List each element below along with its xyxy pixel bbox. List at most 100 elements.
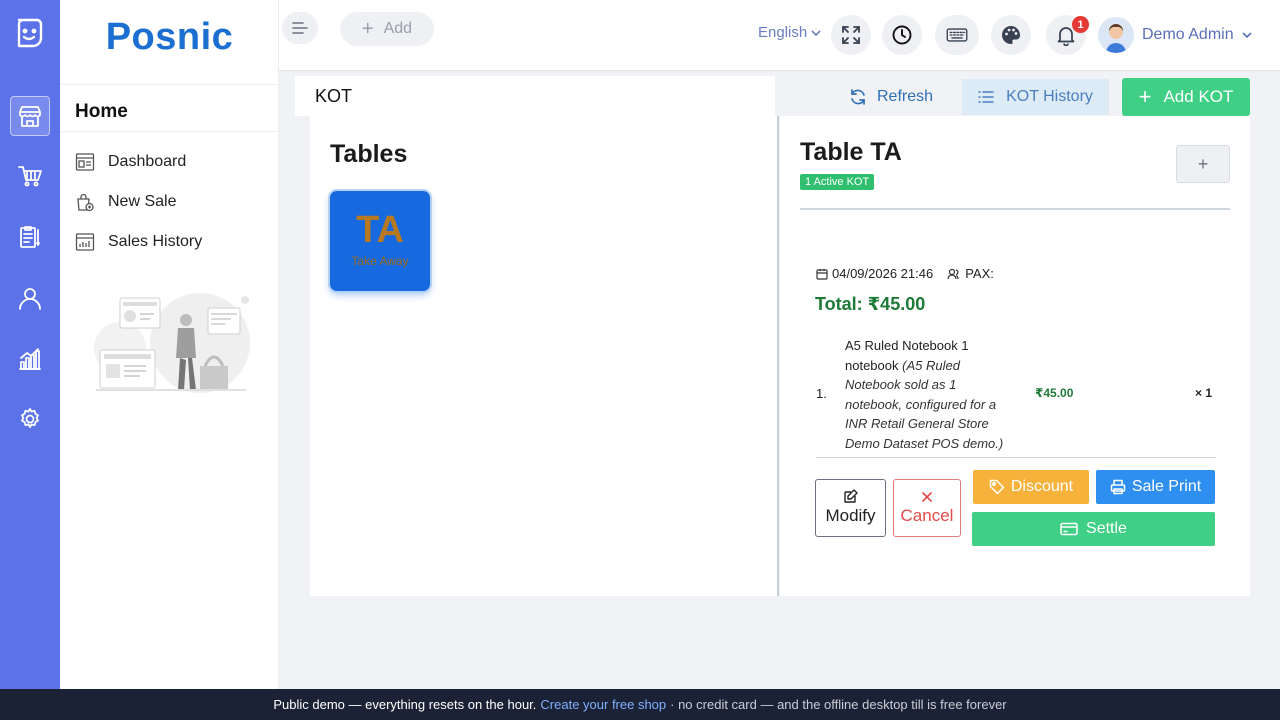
sidebar-item-label: Dashboard [108,153,187,170]
sidebar-item-label: New Sale [108,193,177,210]
tables-panel: Tables TA Take Away [310,116,779,596]
keyboard-icon [946,28,968,42]
fullscreen-button[interactable] [831,15,871,55]
icon-rail [0,0,60,689]
notifications-button[interactable]: 1 [1046,15,1089,55]
shopping-bag-icon [77,193,94,212]
chevron-down-icon [1242,32,1252,39]
kot-history-label: KOT History [1006,88,1093,105]
calendar-icon [816,268,828,280]
chart-icon [19,348,41,370]
sidebar-heading: Home [60,84,279,132]
store-icon [19,106,41,127]
footer-tail: · no credit card — and the offline deskt… [670,697,1007,712]
active-kot-badge: 1 Active KOT [800,174,875,190]
user-name: Demo Admin [1142,26,1234,43]
clock-button[interactable] [882,15,922,55]
rail-item-reports[interactable] [10,339,50,379]
menu-toggle-button[interactable] [282,12,318,44]
add-kot-label: Add KOT [1163,87,1234,106]
item-quantity: × 1 [1194,386,1212,400]
demo-footer-banner: Public demo — everything resets on the h… [0,689,1280,720]
divider [800,208,1230,210]
edit-icon [816,488,885,506]
cancel-button[interactable]: Cancel [893,479,961,537]
sidebar-item-new-sale[interactable]: New Sale [75,192,176,212]
discount-label: Discount [1010,478,1074,495]
brand-logo[interactable]: Posnic [60,16,279,59]
gear-icon [21,408,39,428]
footer-text: Public demo — everything resets on the h… [273,697,537,712]
sidebar-item-sales-history[interactable]: Sales History [75,232,202,252]
kot-total: Total: ₹45.00 [815,294,926,314]
kot-meta: 04/09/2026 21:46 PAX: [816,266,994,281]
plus-icon: + [361,18,374,40]
tag-icon [989,479,1005,495]
kot-history-button[interactable]: KOT History [962,79,1109,115]
table-name: Take Away [351,254,409,268]
create-shop-link[interactable]: Create your free shop [540,697,666,712]
plus-icon: + [1197,153,1209,174]
top-bar: + Add English 1 Demo Admin [279,0,1280,71]
refresh-button[interactable]: Refresh [836,79,946,115]
language-select[interactable]: English [758,24,821,41]
table-code: TA [356,209,404,251]
keyboard-shortcuts-button[interactable] [935,15,979,55]
kot-date: 04/09/2026 21:46 [816,266,933,281]
shop-illustration [94,293,250,393]
credit-card-icon [1060,522,1078,536]
fullscreen-icon [842,26,860,44]
pax-label: PAX: [965,266,994,281]
sidebar: Posnic Home Dashboard New Sale Sales His… [60,0,279,689]
add-kot-button[interactable]: + Add KOT [1122,78,1250,116]
table-detail-panel: Table TA 1 Active KOT + 04/09/2026 21:46… [780,116,1250,596]
item-description: A5 Ruled Notebook 1 notebook (A5 Ruled N… [845,336,1005,453]
close-icon [894,488,960,506]
discount-button[interactable]: Discount [973,470,1089,504]
rail-item-clipboard[interactable] [10,217,50,257]
settle-label: Settle [1086,520,1127,537]
quick-add-label: Add [383,20,413,37]
refresh-icon [851,89,865,105]
kot-item-row: 1. A5 Ruled Notebook 1 notebook (A5 Rule… [816,336,1216,458]
add-item-button[interactable]: + [1176,145,1230,183]
kot-datetime: 04/09/2026 21:46 [832,266,934,281]
tables-title: Tables [330,140,408,168]
table-detail-title: Table TA [800,138,902,166]
list-icon [978,91,994,103]
cancel-label: Cancel [900,506,954,525]
rail-item-settings[interactable] [10,399,50,439]
printer-icon [1110,479,1126,495]
kot-pax: PAX: [947,266,994,281]
table-card-ta[interactable]: TA Take Away [330,191,430,291]
page-title: KOT [295,76,775,116]
menu-icon [292,22,308,34]
clipboard-icon [20,226,40,248]
palette-icon [1002,26,1021,44]
sidebar-item-label: Sales History [108,233,203,250]
sidebar-item-dashboard[interactable]: Dashboard [75,152,186,172]
settle-button[interactable]: Settle [972,512,1215,546]
sale-print-button[interactable]: Sale Print [1096,470,1215,504]
language-label: English [758,24,808,41]
app-logo-icon[interactable] [10,12,50,52]
quick-add-button[interactable]: + Add [340,12,434,46]
users-icon [947,268,959,279]
dashboard-icon [75,153,95,171]
user-menu[interactable]: Demo Admin [1098,17,1252,53]
modify-label: Modify [825,506,876,525]
rail-item-store[interactable] [10,96,50,136]
theme-button[interactable] [991,15,1031,55]
clock-icon [892,25,912,45]
rail-item-users[interactable] [10,278,50,318]
plus-icon: + [1138,84,1152,109]
item-index: 1. [816,386,827,401]
user-icon [19,288,41,310]
notification-badge: 1 [1072,16,1089,33]
item-price: ₹45.00 [1035,386,1074,400]
rail-item-cart[interactable] [10,156,50,196]
avatar [1098,17,1134,53]
chevron-down-icon [811,30,821,37]
sale-print-label: Sale Print [1131,478,1202,495]
modify-button[interactable]: Modify [815,479,886,537]
